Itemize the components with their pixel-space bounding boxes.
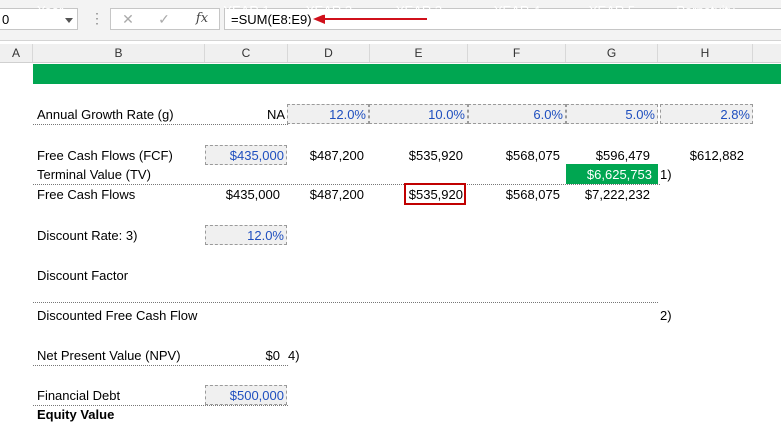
discount-factor-label[interactable]: Discount Factor (37, 268, 128, 283)
growth-row-underline (33, 124, 288, 125)
financial-debt-value: $500,000 (229, 388, 284, 403)
discount-factor-underline (33, 302, 658, 303)
column-header-f[interactable]: F (468, 44, 566, 62)
npv-label[interactable]: Net Present Value (NPV) (37, 348, 181, 363)
fcf-year-5[interactable]: $596,479 (566, 148, 650, 163)
growth-rate-year-3: 10.0% (428, 107, 465, 122)
year-5-header[interactable]: YEAR 5 (566, 3, 658, 18)
terminal-value-label[interactable]: Terminal Value (TV) (37, 167, 151, 182)
note-marker-4: 4) (288, 348, 300, 363)
discounted-fcf-label[interactable]: Discounted Free Cash Flow (37, 308, 197, 323)
column-header-a[interactable]: A (0, 44, 33, 62)
column-header-g[interactable]: G (566, 44, 658, 62)
name-box-value: 0 (2, 12, 10, 27)
growth-rate-year-1[interactable]: NA (205, 107, 285, 122)
discount-rate-value: 12.0% (247, 228, 284, 243)
financial-debt-label[interactable]: Financial Debt (37, 388, 120, 403)
year-2-header[interactable]: YEAR 2 (288, 3, 370, 18)
year-header-row (33, 64, 781, 84)
note-marker-2: 2) (660, 308, 672, 323)
fcf-label[interactable]: Free Cash Flows (FCF) (37, 148, 173, 163)
npv-row-underline (33, 365, 288, 366)
grip-dots-icon: ⋮ (90, 10, 104, 26)
chevron-down-icon[interactable] (65, 18, 73, 23)
fcf-total-year-4[interactable]: $568,075 (468, 187, 560, 202)
fcf-perpetuity[interactable]: $612,882 (658, 148, 744, 163)
growth-rate-perpetuity: 2.8% (720, 107, 750, 122)
year-1-header[interactable]: YEAR 1 (205, 3, 288, 18)
discount-rate-label[interactable]: Discount Rate: 3) (37, 228, 137, 243)
fcf-year-2[interactable]: $487,200 (288, 148, 364, 163)
terminal-value: $6,625,753 (586, 167, 652, 182)
fcf-total-year-2[interactable]: $487,200 (288, 187, 364, 202)
column-header-b[interactable]: B (33, 44, 205, 62)
note-marker-1: 1) (660, 167, 672, 182)
year-4-header[interactable]: YEAR 4 (468, 3, 566, 18)
formula-buttons: ✕ ✓ fx (110, 8, 220, 30)
year-label[interactable]: Year (37, 3, 63, 18)
column-header-e[interactable]: E (370, 44, 468, 62)
year-3-header[interactable]: YEAR 3 (370, 3, 468, 18)
equity-value-label[interactable]: Equity Value (37, 407, 114, 422)
fcf-total-label[interactable]: Free Cash Flows (37, 187, 135, 202)
fcf-year-3[interactable]: $535,920 (370, 148, 463, 163)
growth-rate-year-4: 6.0% (533, 107, 563, 122)
column-header-c[interactable]: C (205, 44, 288, 62)
column-header-d[interactable]: D (288, 44, 370, 62)
npv-value[interactable]: $0 (205, 348, 280, 363)
column-header-h[interactable]: H (658, 44, 753, 62)
growth-rate-label[interactable]: Annual Growth Rate (g) (37, 107, 174, 122)
debt-row-underline (33, 405, 288, 406)
perpetuity-header[interactable]: Perpetuity (658, 3, 753, 18)
enter-icon[interactable]: ✓ (151, 10, 177, 28)
fcf-year-4[interactable]: $568,075 (468, 148, 560, 163)
fcf-total-year-1[interactable]: $435,000 (205, 187, 280, 202)
column-header-bar: A B C D E F G H (0, 44, 781, 63)
fcf-total-year-5[interactable]: $7,222,232 (566, 187, 650, 202)
growth-rate-year-2: 12.0% (329, 107, 366, 122)
tv-row-underline (33, 184, 660, 185)
cancel-icon[interactable]: ✕ (115, 10, 141, 28)
fcf-year-1: $435,000 (229, 148, 284, 163)
fcf-total-year-3: $535,920 (408, 187, 463, 202)
growth-rate-year-5: 5.0% (625, 107, 655, 122)
